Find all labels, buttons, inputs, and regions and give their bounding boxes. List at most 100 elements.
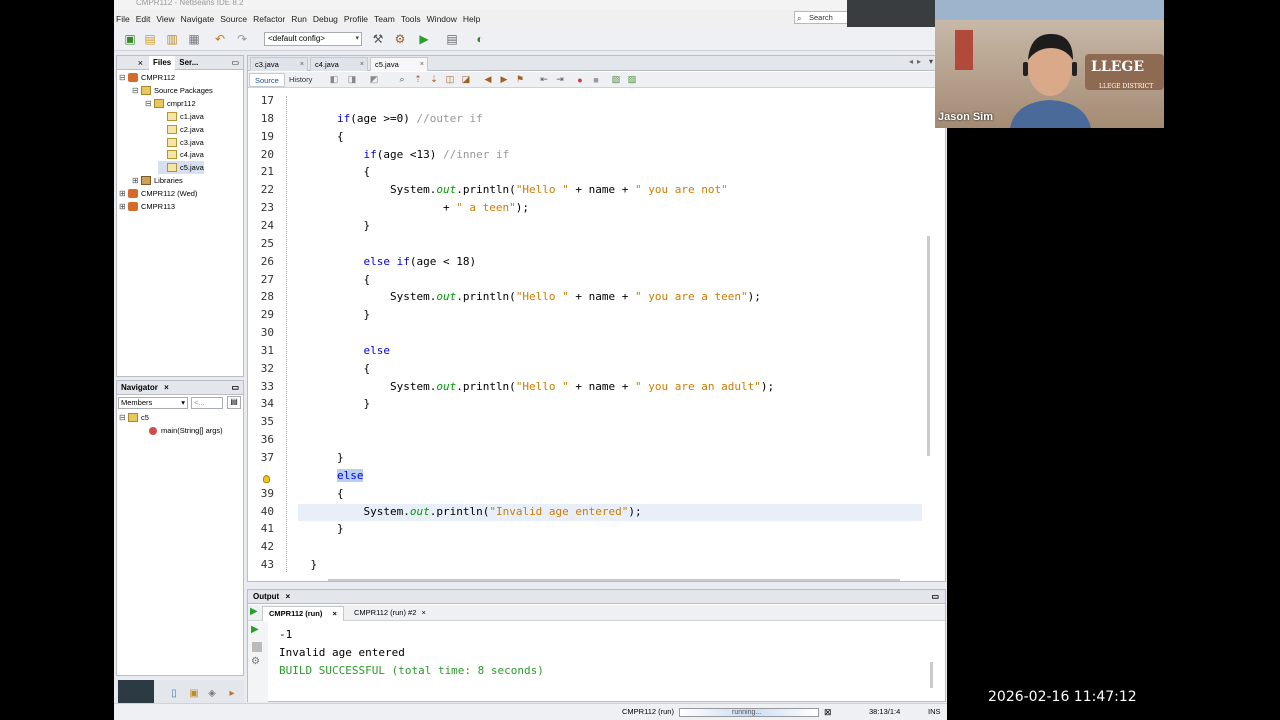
services-icon[interactable]: ◈: [204, 686, 220, 701]
expand-toggle-icon[interactable]: ⊟: [119, 71, 128, 84]
uncomment-icon[interactable]: ▨: [624, 72, 640, 87]
start-macro-icon[interactable]: ●: [572, 72, 588, 87]
close-icon[interactable]: ×: [285, 592, 290, 601]
tab-c3-java[interactable]: c3.java ×: [250, 57, 308, 71]
filter-select[interactable]: <...: [191, 397, 223, 409]
debug-icon[interactable]: ▤: [444, 31, 460, 46]
save-all-icon[interactable]: ▦: [186, 31, 202, 46]
open-project-icon[interactable]: ▥: [164, 31, 180, 46]
menu-window[interactable]: Window: [427, 14, 457, 24]
menu-file[interactable]: File: [116, 14, 130, 24]
cancel-process-icon[interactable]: ⊠: [824, 704, 832, 720]
tab-output-run[interactable]: CMPR112 (run) ×: [262, 606, 344, 621]
tree-item[interactable]: ⊞ Libraries: [132, 174, 183, 187]
shift-right-icon[interactable]: ⇥: [552, 72, 568, 87]
close-icon[interactable]: ×: [164, 383, 169, 392]
profile-icon[interactable]: ◐: [472, 31, 488, 46]
expand-toggle-icon[interactable]: ⊟: [132, 84, 141, 97]
tab-c5-java[interactable]: c5.java ×: [370, 57, 428, 71]
rerun-icon[interactable]: ▶: [250, 606, 258, 617]
tree-item[interactable]: ⊟ cmpr112: [145, 97, 196, 110]
running-process[interactable]: CMPR112 (run): [622, 704, 674, 720]
tab-output-run-2[interactable]: CMPR112 (run) #2 ×: [348, 606, 432, 621]
tree-item[interactable]: ⊞ CMPR112 (Wed): [119, 187, 197, 200]
undo-icon[interactable]: ↶: [212, 31, 228, 46]
collapse-toggle-icon[interactable]: ⊟: [119, 411, 128, 424]
tree-item[interactable]: ⊞ CMPR113: [119, 200, 175, 213]
navigator-class-row[interactable]: ⊟ c5: [119, 411, 149, 424]
close-icon[interactable]: ×: [117, 58, 143, 68]
last-edit-icon[interactable]: ◧: [326, 72, 342, 87]
forward-icon[interactable]: ◩: [366, 72, 382, 87]
toggle-bookmark-icon[interactable]: ⚑: [512, 72, 528, 87]
expand-toggle-icon[interactable]: ⊞: [119, 200, 128, 213]
find-next-icon[interactable]: ⇣: [426, 72, 442, 87]
tab-scroll-right-icon[interactable]: ▸: [917, 57, 921, 66]
tree-item[interactable]: c4.java: [158, 148, 204, 161]
menu-tools[interactable]: Tools: [401, 14, 421, 24]
menu-help[interactable]: Help: [463, 14, 480, 24]
tree-item[interactable]: ⊟ Source Packages: [132, 84, 213, 97]
toggle-highlight-icon[interactable]: ◫: [442, 72, 458, 87]
previous-bookmark-icon[interactable]: ◀: [480, 72, 496, 87]
expand-toggle-icon[interactable]: ⊞: [132, 174, 141, 187]
menu-debug[interactable]: Debug: [313, 14, 338, 24]
build-icon[interactable]: ⚒: [370, 31, 386, 46]
close-icon[interactable]: ×: [300, 58, 304, 71]
close-icon[interactable]: ×: [332, 609, 336, 618]
output-scrollbar[interactable]: [930, 662, 933, 688]
tab-list-icon[interactable]: ▾: [929, 57, 933, 66]
menu-view[interactable]: View: [156, 14, 174, 24]
navigator-method-row[interactable]: main(String[] args): [149, 424, 223, 437]
members-select[interactable]: Members ▾: [118, 397, 188, 409]
lock-icon[interactable]: ▣: [186, 686, 202, 701]
find-icon[interactable]: ⌕: [394, 72, 410, 87]
close-icon[interactable]: ×: [421, 608, 425, 617]
settings-icon[interactable]: ▤: [227, 396, 241, 409]
back-icon[interactable]: ◨: [344, 72, 360, 87]
vertical-scrollbar[interactable]: [927, 236, 930, 456]
menu-run[interactable]: Run: [291, 14, 307, 24]
lightbulb-hint-icon[interactable]: [263, 475, 270, 483]
tab-services[interactable]: Ser...: [175, 56, 202, 70]
tab-source[interactable]: Source: [249, 73, 285, 87]
horizontal-scrollbar[interactable]: [328, 579, 900, 581]
menu-team[interactable]: Team: [374, 14, 395, 24]
menu-source[interactable]: Source: [220, 14, 247, 24]
new-project-icon[interactable]: ▤: [142, 31, 158, 46]
close-icon[interactable]: ×: [360, 58, 364, 71]
tab-c4-java[interactable]: c4.java ×: [310, 57, 368, 71]
tree-item[interactable]: c3.java: [158, 136, 204, 149]
clean-build-icon[interactable]: ⚙: [392, 31, 408, 46]
run-icon[interactable]: ▶: [416, 31, 432, 46]
tree-item[interactable]: ⊟ CMPR112: [119, 71, 175, 84]
tab-files[interactable]: Files: [149, 55, 176, 70]
menu-refactor[interactable]: Refactor: [253, 14, 285, 24]
stop-macro-icon[interactable]: ■: [588, 72, 604, 87]
minimize-icon[interactable]: ▭: [931, 590, 939, 604]
shift-left-icon[interactable]: ⇤: [536, 72, 552, 87]
tree-item[interactable]: c2.java: [158, 123, 204, 136]
settings-icon[interactable]: ⚙: [251, 656, 260, 667]
expand-toggle-icon[interactable]: ⊟: [145, 97, 154, 110]
stop-icon[interactable]: [252, 642, 262, 652]
menu-navigate[interactable]: Navigate: [181, 14, 215, 24]
close-icon[interactable]: ×: [420, 58, 424, 71]
code-text-area[interactable]: if(age >=0) //outer if { if(age <13) //i…: [284, 92, 924, 578]
menu-edit[interactable]: Edit: [136, 14, 151, 24]
rerun-with-params-icon[interactable]: ▶: [251, 624, 259, 635]
expand-toggle-icon[interactable]: ⊞: [119, 187, 128, 200]
menu-profile[interactable]: Profile: [344, 14, 368, 24]
new-file-icon[interactable]: ▣: [122, 31, 138, 46]
comment-icon[interactable]: ▧: [608, 72, 624, 87]
tasks-icon[interactable]: ▸: [224, 686, 240, 701]
search-input[interactable]: ⌕ Search: [794, 11, 852, 24]
tab-scroll-left-icon[interactable]: ◂: [909, 57, 913, 66]
next-bookmark-icon[interactable]: ▶: [496, 72, 512, 87]
toggle-select-icon[interactable]: ◪: [458, 72, 474, 87]
window-icon[interactable]: ▯: [166, 686, 182, 701]
minimize-icon[interactable]: ▭: [231, 58, 239, 67]
tree-item[interactable]: c5.java: [158, 161, 204, 175]
redo-icon[interactable]: ↷: [234, 31, 250, 46]
tab-history[interactable]: History: [284, 73, 317, 87]
